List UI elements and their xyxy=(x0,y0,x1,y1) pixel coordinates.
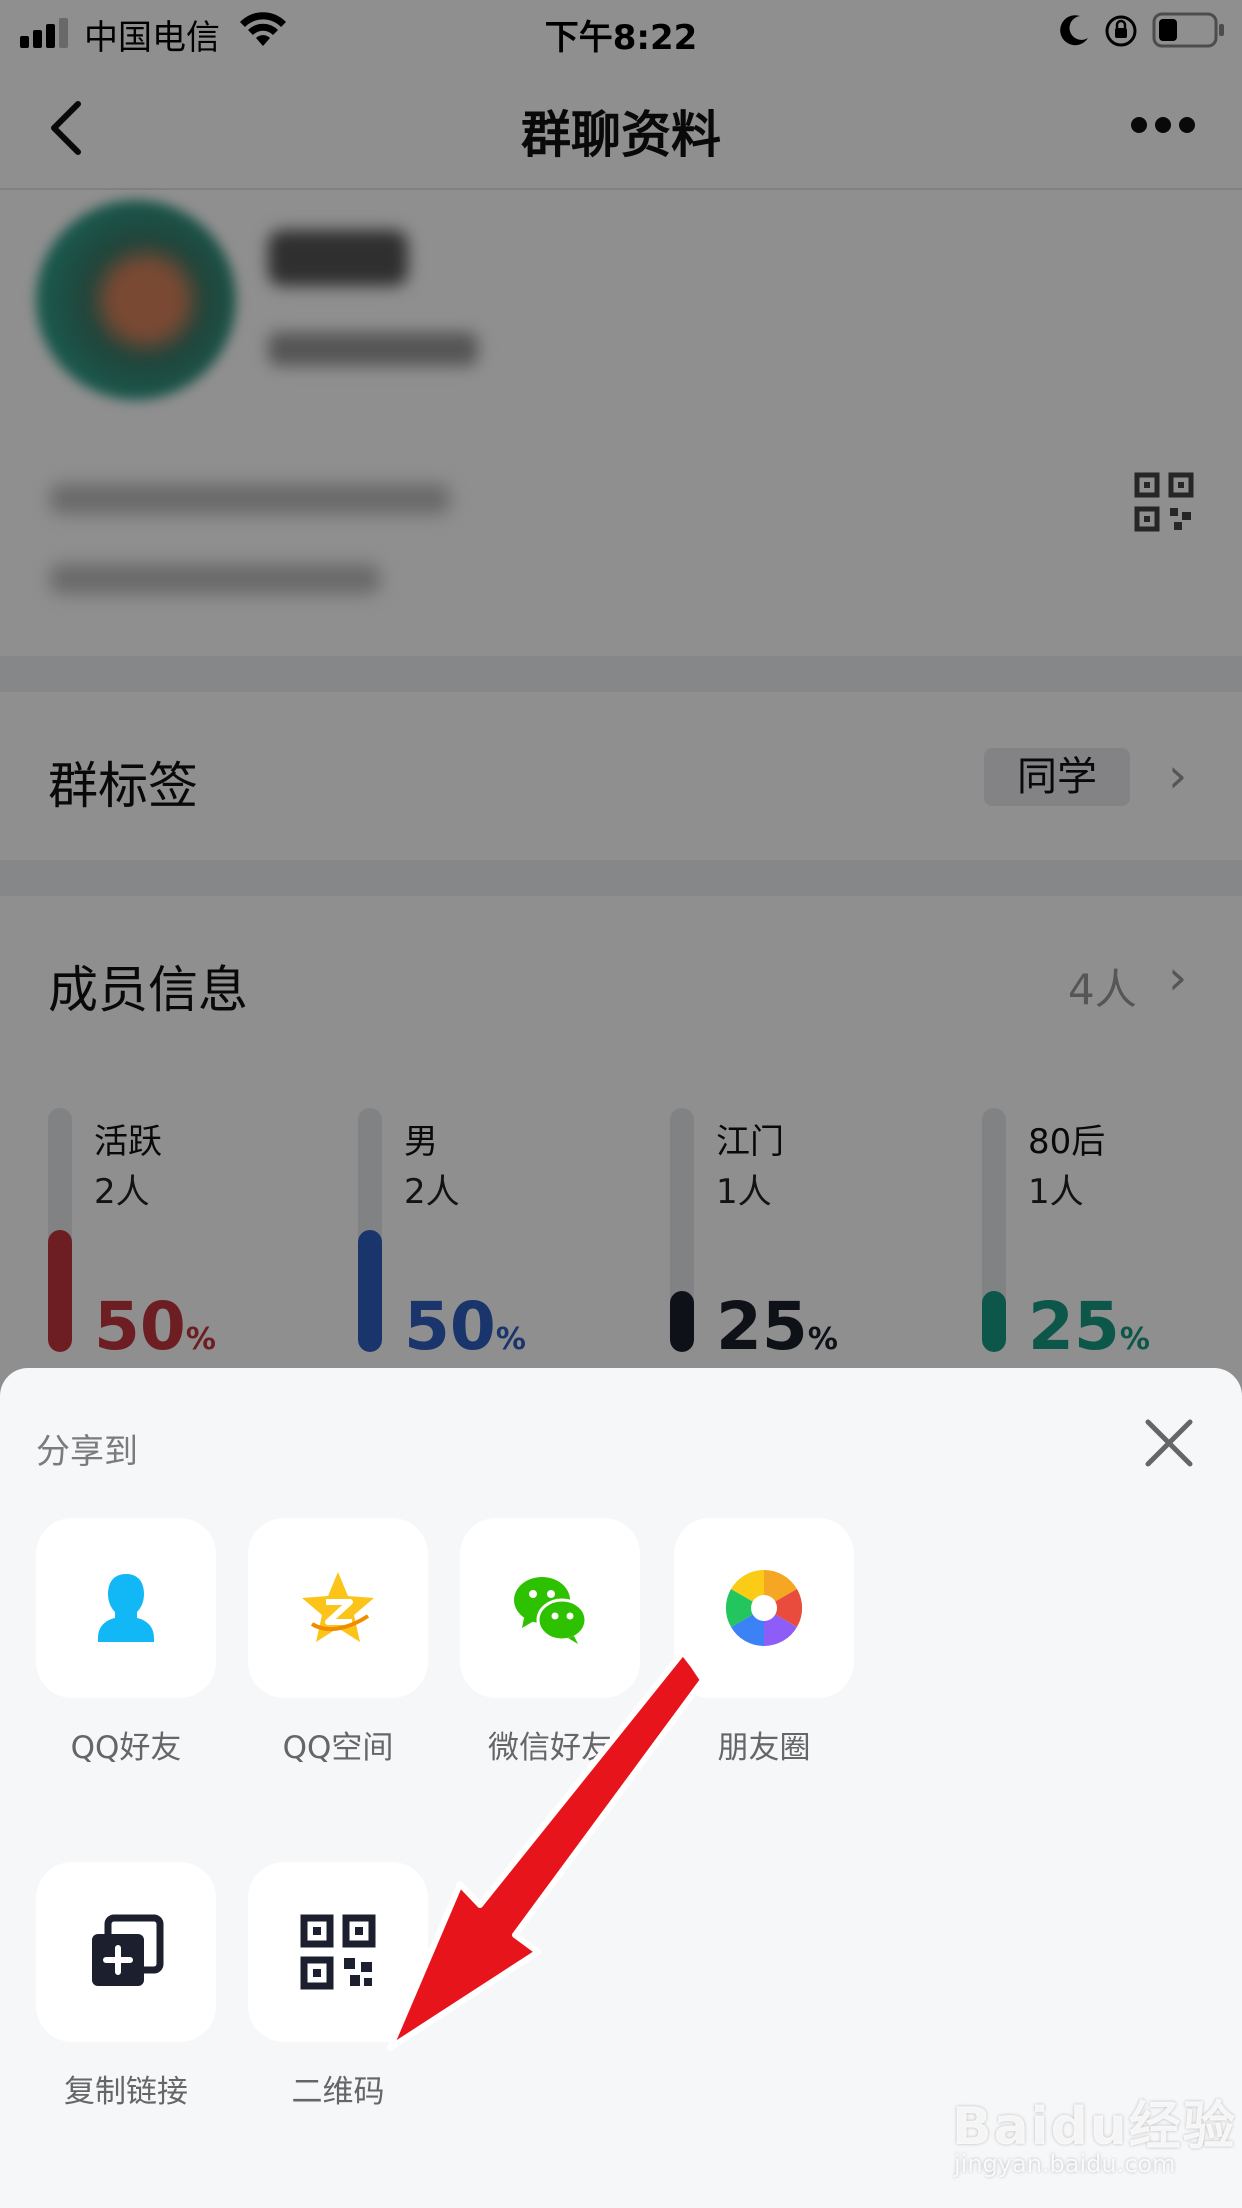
qzone-star-icon xyxy=(302,1572,374,1642)
share-sheet-title: 分享到 xyxy=(36,1432,138,1472)
share-item-label: QQ空间 xyxy=(282,1730,394,1766)
qq-friend-icon xyxy=(98,1574,154,1642)
share-moments-button[interactable] xyxy=(674,1518,854,1698)
share-item-label: 朋友圈 xyxy=(717,1730,811,1766)
qr-code-button[interactable] xyxy=(248,1862,428,2042)
close-icon[interactable] xyxy=(1138,1412,1200,1474)
share-qzone-button[interactable] xyxy=(248,1518,428,1698)
share-wechat-button[interactable] xyxy=(460,1518,640,1698)
watermark-logo: Baidu经验 xyxy=(952,2097,1237,2157)
qr-code-icon xyxy=(300,1914,376,1990)
copy-link-button[interactable] xyxy=(36,1862,216,2042)
watermark-url: jingyan.baidu.com xyxy=(954,2150,1176,2178)
share-item-label: 复制链接 xyxy=(64,2074,188,2110)
share-item-label: 微信好友 xyxy=(488,1730,612,1766)
share-item-label: QQ好友 xyxy=(70,1730,182,1766)
share-item-label: 二维码 xyxy=(291,2074,385,2110)
moments-aperture-icon xyxy=(725,1569,803,1647)
wechat-icon xyxy=(514,1577,588,1644)
copy-link-icon xyxy=(92,1914,164,1986)
share-qq-friend-button[interactable] xyxy=(36,1518,216,1698)
